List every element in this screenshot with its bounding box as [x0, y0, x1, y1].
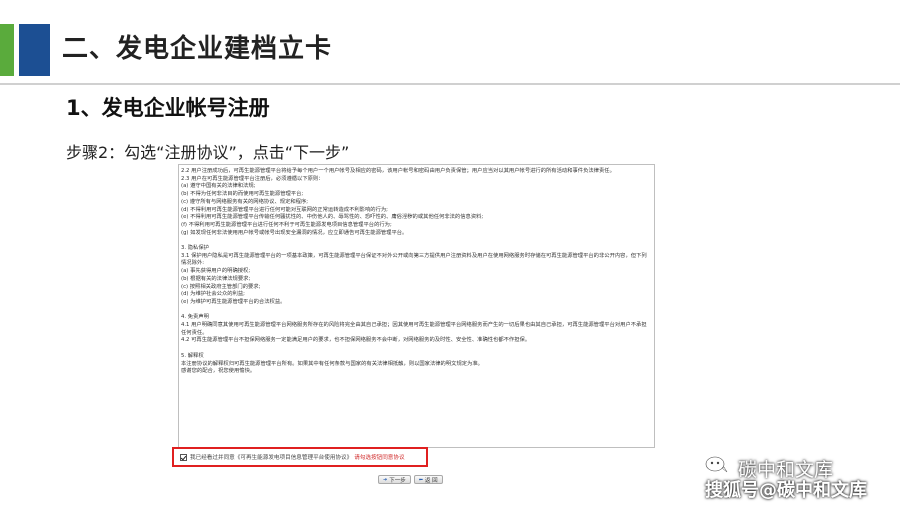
- agreement-line: (b) 根据有关的法律法规要求;: [181, 275, 251, 282]
- slide-title: 二、发电企业建档立卡: [62, 34, 333, 64]
- agreement-line: (a) 遵守中国有关的法律和法规;: [181, 183, 256, 190]
- navigation-buttons: ➜ 下一步 ⬅ 返 回: [378, 475, 443, 484]
- back-button-label: 返 回: [424, 477, 438, 484]
- consent-row[interactable]: 我已经看过并同意《可再生能源发电项目信息管理平台使用协议》 请勾选按钮同意协议: [180, 453, 405, 461]
- watermark-logo-icon: [705, 456, 728, 473]
- back-button[interactable]: ⬅ 返 回: [413, 475, 443, 484]
- title-divider: [0, 83, 900, 85]
- agreement-line: (d) 为维护社会公众的利益;: [181, 291, 245, 298]
- step-instruction: 步骤2：勾选“注册协议”，点击“下一步”: [66, 143, 350, 162]
- next-button[interactable]: ➜ 下一步: [378, 475, 411, 484]
- agreement-line: (b) 不得为任何非法目的而使用可再生能源管理平台;: [181, 191, 304, 198]
- watermark-sohu: 搜狐号@碳中和文库: [705, 480, 867, 501]
- arrow-right-icon: ➜: [383, 476, 388, 483]
- agreement-line: (f) 不得利用可再生能源管理平台进行任何不利于可再生能源发电项目信息管理平台的…: [181, 221, 392, 228]
- consent-label: 我已经看过并同意《可再生能源发电项目信息管理平台使用协议》: [190, 455, 353, 461]
- agreement-line: (e) 为维护可再生能源管理平台的合法权益。: [181, 298, 286, 305]
- agreement-gap: [181, 237, 648, 245]
- title-accent-blue-bar: [19, 24, 50, 76]
- agreement-line: 感谢您的配合，祝您使用愉快。: [181, 368, 256, 375]
- agreement-line: 2.2 用户注册成功后，可再生能源管理平台将给予每个用户一个用户帐号及相应的密码…: [181, 168, 615, 174]
- agreement-gap: [181, 307, 648, 315]
- agreement-line: 5. 解释权: [181, 352, 204, 359]
- agreement-gap: [181, 345, 648, 353]
- agreement-line: 3.1 保护用户隐私是可再生能源管理平台的一项基本政策，可再生能源管理平台保证不…: [181, 252, 647, 267]
- agreement-line: (c) 按照相关政府主管部门的要求;: [181, 283, 261, 290]
- agreement-line: 3. 隐私保护: [181, 245, 209, 252]
- agreement-text-panel[interactable]: 2.2 用户注册成功后，可再生能源管理平台将给予每个用户一个用户帐号及相应的密码…: [178, 164, 655, 448]
- agreement-line: (c) 遵守所有与网络服务有关的网络协议、规定和程序;: [181, 198, 309, 205]
- agreement-line: (e) 不得利用可再生能源管理平台传输任何骚扰性的、中伤他人的、辱骂性的、恐吓性…: [181, 214, 484, 221]
- agreement-line: 4.1 用户明确同意其使用可再生能源管理平台网络服务所存在的风险将完全由其自己承…: [181, 322, 647, 336]
- agree-checkbox[interactable]: [180, 453, 187, 461]
- agreement-line: 4. 免责声明: [181, 314, 209, 321]
- next-button-label: 下一步: [389, 477, 406, 484]
- agreement-line: (a) 事先获得用户的明确授权;: [181, 268, 251, 275]
- title-accent-green-bar: [0, 24, 14, 76]
- consent-warning[interactable]: 请勾选按钮同意协议: [354, 453, 404, 461]
- section-subtitle: 1、发电企业帐号注册: [66, 96, 270, 120]
- agreement-line: 4.2 可再生能源管理平台不担保网络服务一定能满足用户的要求，也不担保网络服务不…: [181, 337, 531, 344]
- arrow-left-icon: ⬅: [418, 476, 423, 483]
- agreement-line: (g) 如发现任何非法使用用户帐号或帐号出现安全漏洞的情况，应立即通告可再生能源…: [181, 229, 408, 236]
